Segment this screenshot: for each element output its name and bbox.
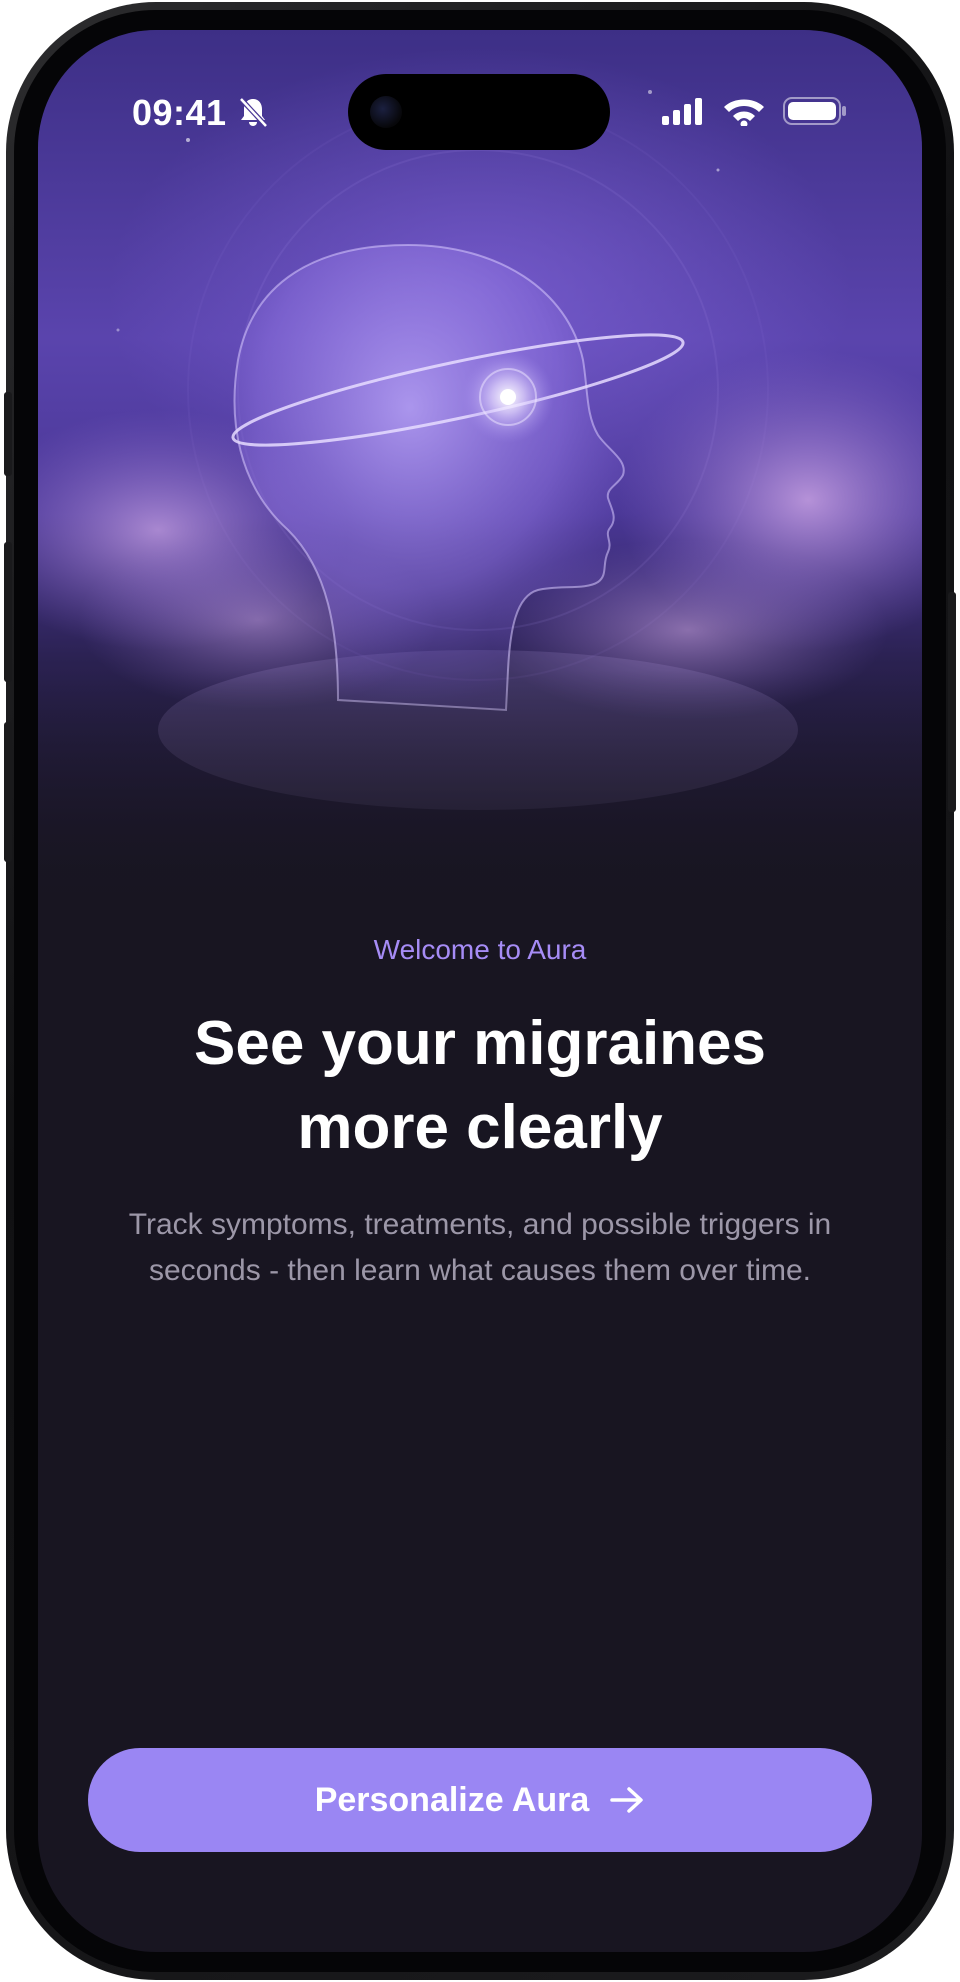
app-screen: 09:41 Welcome to Aura See your migraines… xyxy=(38,30,922,1952)
cta-label: Personalize Aura xyxy=(314,1780,590,1819)
page-subtitle: Track symptoms, treatments, and possible… xyxy=(128,1208,832,1287)
cellular-signal-icon xyxy=(662,98,702,125)
welcome-eyebrow: Welcome to Aura xyxy=(373,934,587,965)
wifi-icon xyxy=(724,99,764,128)
onboarding-content: Welcome to Aura See your migraines more … xyxy=(38,930,922,1294)
action-button xyxy=(4,392,12,476)
volume-down-button xyxy=(4,722,12,862)
status-time: 09:41 xyxy=(132,92,227,133)
arrow-right-icon xyxy=(609,1785,645,1815)
head-with-orbit-illustration xyxy=(38,90,922,910)
bell-slash-icon xyxy=(238,96,268,133)
battery-icon xyxy=(783,97,846,125)
power-button xyxy=(948,592,956,812)
dynamic-island xyxy=(348,74,610,150)
front-camera xyxy=(370,96,402,128)
personalize-aura-button[interactable]: Personalize Aura xyxy=(88,1748,872,1852)
hero-illustration xyxy=(38,30,922,910)
status-icons xyxy=(662,96,852,131)
volume-up-button xyxy=(4,542,12,682)
status-bar: 09:41 xyxy=(38,30,922,150)
page-title: See your migraines more clearly xyxy=(193,1009,767,1162)
